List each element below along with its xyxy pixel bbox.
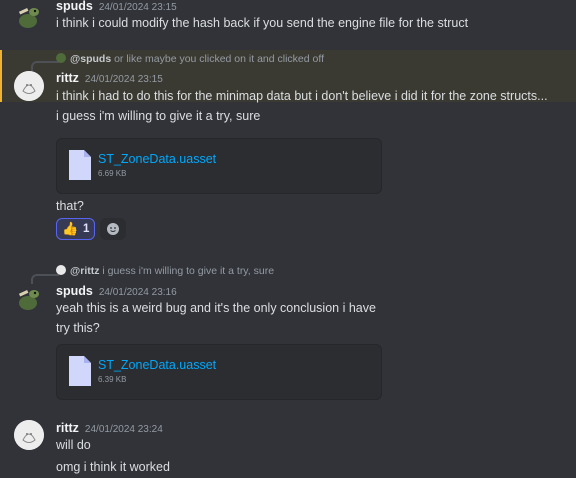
- message-text: that?: [56, 199, 84, 213]
- reply-mention[interactable]: @spuds: [70, 53, 111, 65]
- author-name[interactable]: spuds: [56, 0, 93, 13]
- reply-connector: [31, 274, 59, 284]
- smiley-icon: [107, 223, 119, 235]
- mini-avatar-icon: [56, 265, 66, 275]
- reply-preview[interactable]: @spuds or like maybe you clicked on it a…: [56, 53, 324, 65]
- message-text: i guess i'm willing to give it a try, su…: [56, 109, 261, 123]
- message-author[interactable]: rittz 24/01/2024 23:24: [56, 421, 163, 435]
- file-name-link[interactable]: ST_ZoneData.uasset: [98, 358, 216, 372]
- avatar-rittz[interactable]: [14, 420, 44, 450]
- message-text: try this?: [56, 321, 100, 335]
- file-size: 6.39 KB: [98, 375, 127, 384]
- file-attachment[interactable]: ST_ZoneData.uasset 6.39 KB: [56, 344, 382, 400]
- reply-connector: [31, 61, 59, 71]
- message-author[interactable]: rittz 24/01/2024 23:15: [56, 71, 163, 85]
- thumbs-up-icon: 👍: [62, 221, 79, 236]
- avatar-spuds[interactable]: [14, 284, 44, 314]
- message-text: omg i think it worked: [56, 460, 170, 474]
- message-text: will do: [56, 438, 91, 452]
- message-timestamp: 24/01/2024 23:16: [98, 287, 177, 298]
- message-text: i think i had to do this for the minimap…: [56, 89, 548, 103]
- file-icon: [69, 356, 91, 386]
- reaction-count: 1: [83, 223, 90, 235]
- message-text: i think i could modify the hash back if …: [56, 16, 469, 30]
- message-timestamp: 24/01/2024 23:24: [84, 424, 163, 435]
- reply-content: i guess i'm willing to give it a try, su…: [102, 265, 275, 277]
- reply-mention[interactable]: @rittz: [70, 265, 100, 277]
- file-size: 6.69 KB: [98, 169, 127, 178]
- author-name[interactable]: rittz: [56, 71, 79, 85]
- message-timestamp: 24/01/2024 23:15: [84, 74, 163, 85]
- add-reaction-button[interactable]: [100, 218, 126, 240]
- reaction-thumbs-up[interactable]: 👍 1: [56, 218, 95, 240]
- message-author[interactable]: spuds 24/01/2024 23:15: [56, 0, 177, 13]
- reply-content: or like maybe you clicked on it and clic…: [114, 53, 325, 65]
- file-name-link[interactable]: ST_ZoneData.uasset: [98, 152, 216, 166]
- message-timestamp: 24/01/2024 23:15: [98, 2, 177, 13]
- avatar-spuds[interactable]: [14, 2, 44, 32]
- mini-avatar-icon: [56, 53, 66, 63]
- message-text: yeah this is a weird bug and it's the on…: [56, 301, 376, 315]
- message-author[interactable]: spuds 24/01/2024 23:16: [56, 284, 177, 298]
- avatar-rittz[interactable]: [14, 71, 44, 101]
- author-name[interactable]: rittz: [56, 421, 79, 435]
- file-attachment[interactable]: ST_ZoneData.uasset 6.69 KB: [56, 138, 382, 194]
- file-icon: [69, 150, 91, 180]
- reply-preview[interactable]: @rittz i guess i'm willing to give it a …: [56, 265, 274, 277]
- author-name[interactable]: spuds: [56, 284, 93, 298]
